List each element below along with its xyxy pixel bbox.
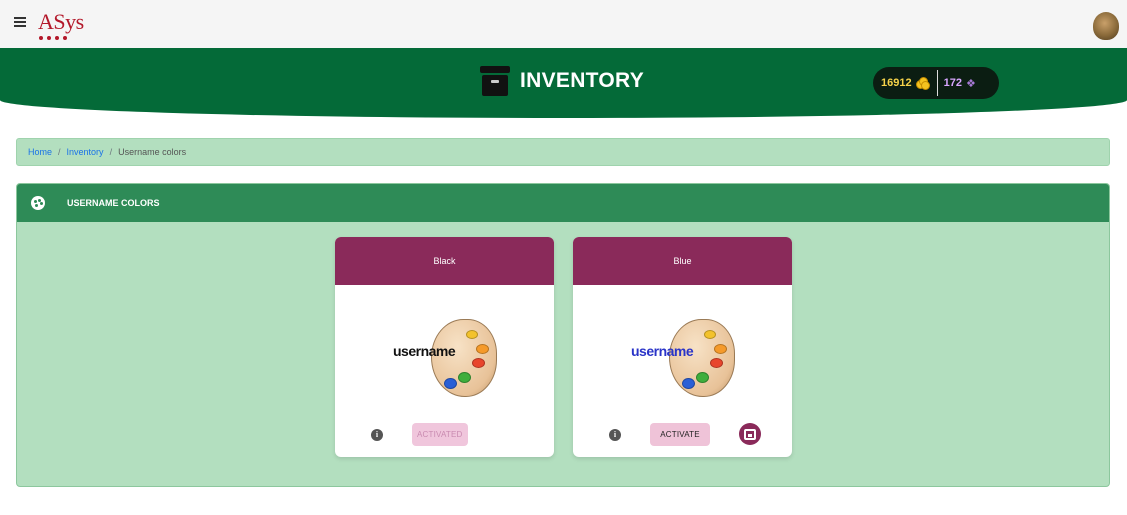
breadcrumb: Home / Inventory / Username colors — [16, 138, 1110, 166]
section-title: USERNAME COLORS — [67, 198, 160, 208]
archive-icon — [480, 66, 510, 96]
username-color-preview: username — [385, 315, 505, 399]
breadcrumb-inventory-link[interactable]: Inventory — [67, 147, 104, 157]
breadcrumb-separator: / — [58, 147, 61, 157]
logo-dots — [39, 36, 67, 40]
card-title: Blue — [573, 237, 792, 285]
info-icon[interactable]: i — [371, 429, 383, 441]
currency-display: 16912 172 ❖ — [873, 67, 999, 99]
card-title: Black — [335, 237, 554, 285]
card-footer: i ACTIVATED — [335, 422, 554, 448]
username-color-preview: username — [623, 315, 743, 399]
breadcrumb-current: Username colors — [118, 147, 187, 157]
breadcrumb-home-link[interactable]: Home — [28, 147, 52, 157]
color-card-blue: Blue username i ACTIVATE — [573, 237, 792, 457]
preview-username-text: username — [393, 343, 456, 359]
activated-button[interactable]: ACTIVATED — [412, 423, 468, 446]
coins-icon — [915, 76, 930, 90]
unbox-icon[interactable] — [739, 423, 761, 445]
header-title-group: INVENTORY — [480, 66, 644, 96]
card-footer: i ACTIVATE — [573, 422, 792, 448]
color-card-black: Black username i ACTIVATED — [335, 237, 554, 457]
currency-divider — [936, 70, 938, 96]
coins-count: 16912 — [881, 77, 912, 89]
preview-username-text: username — [631, 343, 694, 359]
breadcrumb-separator: / — [109, 147, 113, 157]
user-avatar-icon[interactable] — [1093, 12, 1119, 40]
gems-icon: ❖ — [965, 77, 976, 90]
section-header: USERNAME COLORS — [17, 184, 1109, 222]
top-bar: ASys — [0, 0, 1127, 48]
page-title: INVENTORY — [520, 69, 645, 92]
palette-icon — [31, 196, 45, 210]
info-icon[interactable]: i — [609, 429, 621, 441]
app-logo[interactable]: ASys — [38, 9, 84, 40]
gems-count: 172 — [943, 77, 962, 89]
hamburger-menu-icon[interactable] — [14, 17, 26, 27]
activate-button[interactable]: ACTIVATE — [650, 423, 710, 446]
username-colors-section: USERNAME COLORS — [16, 183, 1110, 487]
logo-text: ASys — [38, 9, 84, 34]
